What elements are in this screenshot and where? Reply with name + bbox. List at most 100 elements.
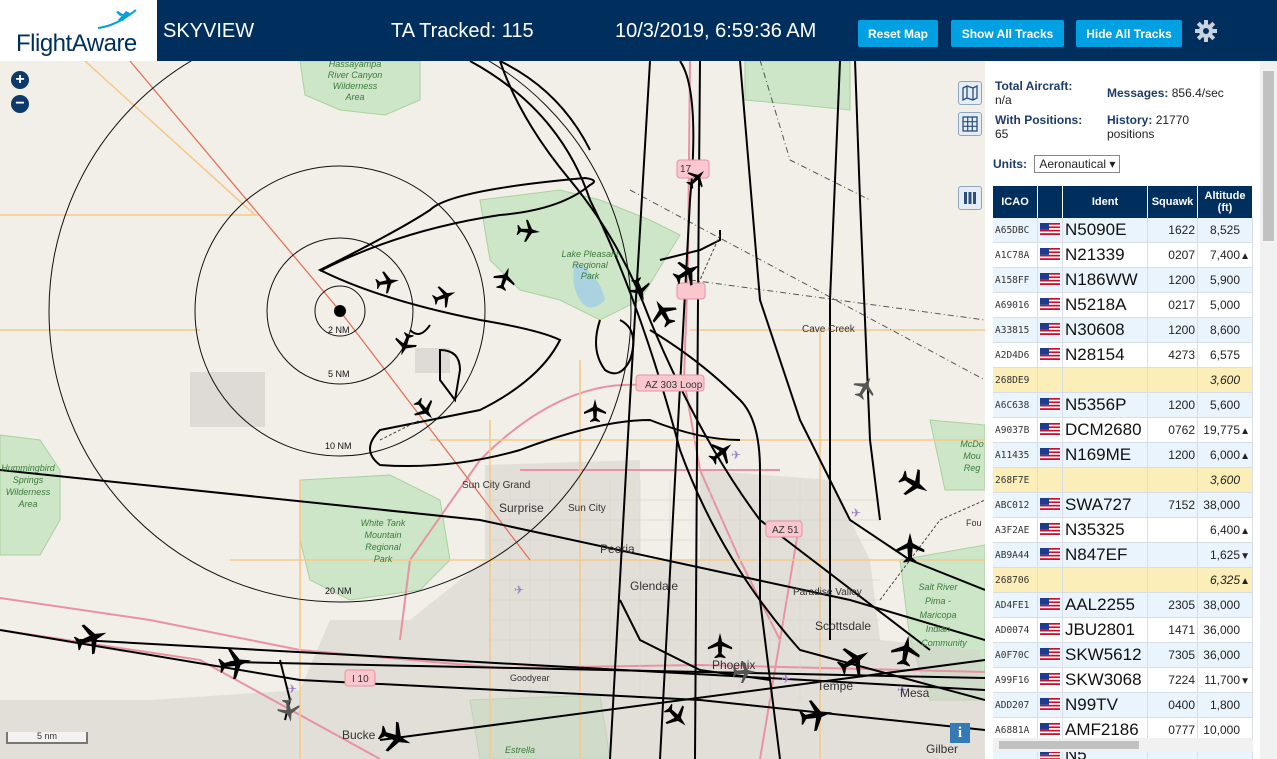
column-header-ident[interactable]: Ident [1062,186,1148,218]
label-mesa: Mesa [900,686,930,700]
altitude-cell: 5,900 [1197,267,1253,293]
us-flag-icon [1040,597,1060,610]
icao-cell: A99F16 [993,667,1038,693]
flag-cell [1037,467,1063,493]
table-row[interactable]: ADD207 N99TV 0400 1,800 [993,692,1253,718]
units-label: Units: [993,157,1027,171]
table-row[interactable]: A33815 N30608 1200 8,600 [993,317,1253,343]
map-layers-icon[interactable] [958,81,982,105]
table-row[interactable]: A0F70C SKW5612 7305 36,000 [993,642,1253,668]
aircraft-icon[interactable] [70,618,112,659]
icao-cell: A6C638 [993,392,1038,418]
table-row[interactable]: AB9A44 N847EF 1,625▼ [993,542,1253,568]
columns-toggle-icon[interactable] [958,186,982,210]
icao-cell: A158FF [993,267,1038,293]
altitude-trend-icon: ▲ [1240,451,1250,462]
flag-cell [1037,317,1063,343]
table-row[interactable]: 268F7E 3,600 [993,467,1253,493]
table-row[interactable]: A99F16 SKW3068 7224 11,700▼ [993,667,1253,693]
table-row[interactable]: AD0074 JBU2801 1471 36,000 [993,617,1253,643]
icao-cell: A9037B [993,417,1038,443]
table-row[interactable]: A65DBC N5090E 1622 8,525 [993,218,1253,243]
label-tempe: Tempe [817,679,853,693]
label-mcdowell-2: Mou [963,451,981,461]
squawk-cell: 1200 [1147,317,1198,343]
flightaware-logo[interactable]: FlightAware [0,0,157,61]
altitude-trend-icon: ▲ [1240,426,1250,437]
table-row[interactable]: A9037B DCM2680 0762 19,775▲ [993,417,1253,443]
table-row[interactable]: ABC012 SWA727 7152 38,000 [993,492,1253,518]
table-row[interactable]: 268DE9 3,600 [993,367,1253,393]
flag-cell [1037,667,1063,693]
altitude-cell: 8,600 [1197,317,1253,343]
vertical-scrollbar[interactable] [1260,61,1277,759]
squawk-cell [1147,542,1198,568]
flag-cell [1037,492,1063,518]
aircraft-icon[interactable] [894,463,935,504]
horizontal-scrollbar[interactable] [993,738,1253,752]
column-header-flag[interactable] [1037,186,1063,218]
table-row[interactable]: A11435 N169ME 1200 6,000▲ [993,442,1253,468]
track-dashed-2 [689,279,985,321]
ring-label-10nm: 10 NM [325,441,352,451]
ident-cell [1062,467,1148,493]
column-header-squawk[interactable]: Squawk [1147,186,1198,218]
ident-cell: SWA727 [1062,492,1148,518]
column-header-altitude[interactable]: Altitude (ft) [1197,186,1253,218]
with-positions-value: 65 [995,127,1009,141]
aircraft-icon[interactable] [429,281,460,311]
table-row[interactable]: A6C638 N5356P 1200 5,600 [993,392,1253,418]
label-gilbert: Gilber [926,742,958,756]
info-icon[interactable]: i [950,723,970,743]
zoom-out-button[interactable]: − [11,95,29,113]
total-aircraft-value: n/a [995,93,1012,107]
aircraft-icon[interactable] [644,293,682,332]
table-row[interactable]: 268706 6,325▲ [993,567,1253,593]
us-flag-icon [1040,272,1060,285]
squawk-cell: 0762 [1147,417,1198,443]
table-row[interactable]: A158FF N186WW 1200 5,900 [993,267,1253,293]
horizontal-scroll-thumb[interactable] [999,741,1139,749]
altitude-cell: 38,000 [1197,492,1253,518]
altitude-value: 8,600 [1209,323,1240,337]
us-flag-icon [1040,622,1060,635]
vertical-scroll-thumb[interactable] [1263,71,1274,241]
gear-icon[interactable] [1194,19,1218,43]
altitude-cell: 36,000 [1197,642,1253,668]
icao-cell: 268F7E [993,467,1038,493]
table-row[interactable]: A2D4D6 N28154 4273 6,575 [993,342,1253,368]
us-flag-icon [1040,347,1060,360]
us-flag-icon [1040,222,1060,235]
flag-cell [1037,392,1063,418]
ring-label-5nm: 5 NM [328,369,350,379]
flag-cell [1037,342,1063,368]
altitude-value: 38,000 [1203,498,1240,512]
zoom-in-button[interactable]: + [11,71,29,89]
label-lakepleasant-2: Regional [572,260,609,270]
map-view[interactable]: 2 NM 5 NM 10 NM 20 NM ✈ ✈ ✈ ✈ ✈ ✈ 17 AZ … [0,61,985,759]
hide-all-tracks-button[interactable]: Hide All Tracks [1076,20,1182,47]
reset-map-button[interactable]: Reset Map [858,20,938,47]
altitude-value: 6,400 [1209,523,1240,537]
show-all-tracks-button[interactable]: Show All Tracks [951,20,1064,47]
table-row[interactable]: A1C78A N21339 0207 7,400▲ [993,242,1253,268]
history-unit: positions [1107,127,1155,141]
aircraft-icon[interactable] [374,269,401,295]
grid-toggle-icon[interactable] [958,112,982,136]
aircraft-icon[interactable] [584,399,606,422]
table-row[interactable]: AD4FE1 AAL2255 2305 38,000 [993,592,1253,618]
units-select[interactable]: Aeronautical ▾ [1034,155,1121,173]
us-flag-icon [1040,647,1060,660]
column-header-icao[interactable]: ICAO [993,186,1038,218]
map-canvas[interactable]: 2 NM 5 NM 10 NM 20 NM ✈✈✈ ✈✈✈ 17 AZ 303 … [0,61,985,759]
units-control: Units: Aeronautical ▾ [993,155,1121,173]
altitude-value: 3,600 [1209,473,1240,487]
altitude-cell: 1,625▼ [1197,542,1253,568]
altitude-value: 36,000 [1203,648,1240,662]
altitude-cell: 6,400▲ [1197,517,1253,543]
aircraft-icon[interactable] [849,371,881,403]
icao-cell: AB9A44 [993,542,1038,568]
label-saltriver-2: Pima - [925,596,951,606]
table-row[interactable]: A69016 N5218A 0217 5,000 [993,292,1253,318]
table-row[interactable]: A3F2AE N35325 6,400▲ [993,517,1253,543]
